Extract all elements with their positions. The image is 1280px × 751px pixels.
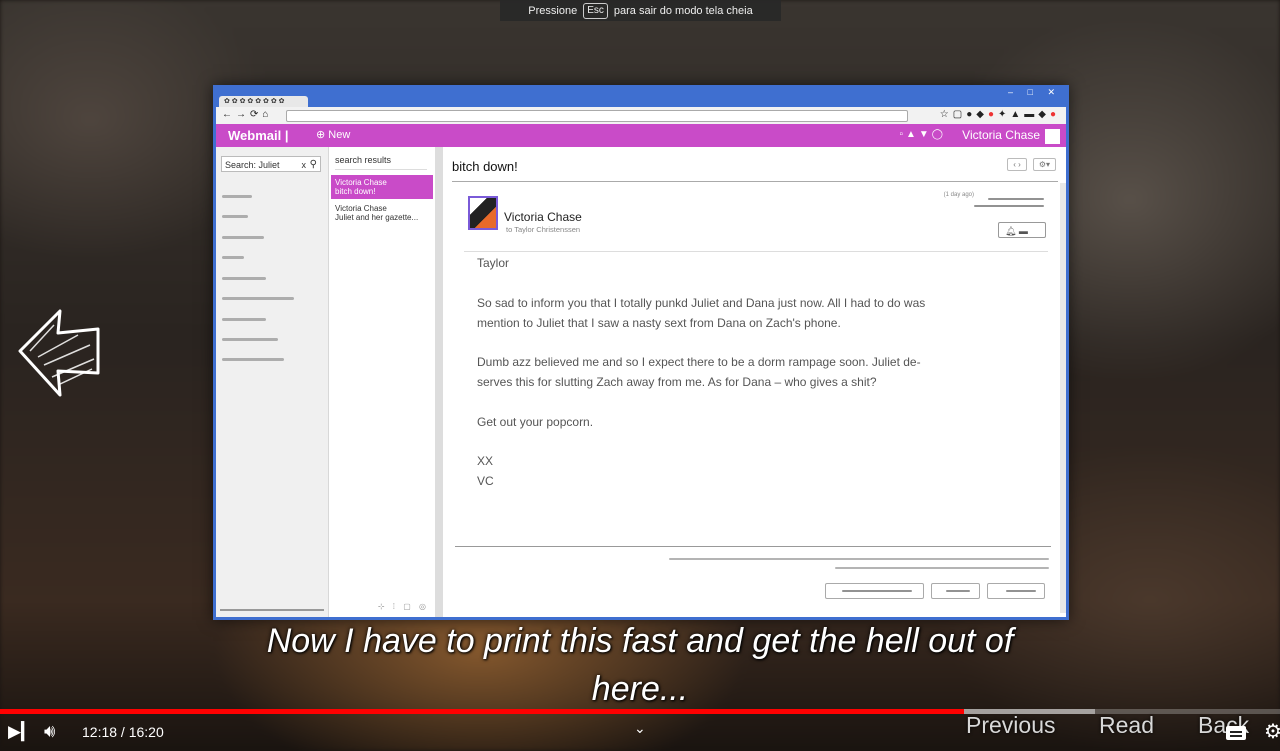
back-arrow-icon[interactable] xyxy=(18,305,102,401)
folder-pane-footer xyxy=(220,609,324,611)
folder-pane: Search: Juliet x ⚲ xyxy=(216,147,329,617)
nav-buttons[interactable]: ←→⟳⌂ xyxy=(222,109,272,120)
divider xyxy=(455,546,1051,547)
fullscreen-hint-text-2: para sair do modo tela cheia xyxy=(613,4,753,17)
settings-dropdown[interactable]: ⚙▾ xyxy=(1032,158,1056,171)
result-item-selected[interactable]: Victoria Chase bitch down! xyxy=(331,175,433,199)
next-video-icon[interactable]: ▶▎ xyxy=(8,722,34,742)
folder-item[interactable] xyxy=(222,277,266,280)
folder-item[interactable] xyxy=(222,215,248,218)
extension-icons[interactable]: ☆▢●◆●✦▲▬◆● xyxy=(940,109,1060,120)
results-scrollbar[interactable] xyxy=(435,147,443,617)
account-name[interactable]: Victoria Chase xyxy=(962,128,1040,142)
message-date: (1 day ago) xyxy=(943,192,974,198)
account-logo-icon xyxy=(1045,129,1060,144)
webmail-content: Search: Juliet x ⚲ search results Victor… xyxy=(216,147,1066,617)
subtitle-line: here... xyxy=(591,670,689,708)
game-previous-button[interactable]: Previous xyxy=(966,712,1055,739)
esc-key-badge: Esc xyxy=(583,2,608,19)
results-footer-icons[interactable]: ⊹ ⁞ ▢ ◎ xyxy=(378,602,429,611)
webmail-title: Webmail | xyxy=(228,128,289,143)
recipient: to Taylor Christenssen xyxy=(506,225,581,234)
clear-search-icon[interactable]: x xyxy=(302,157,307,173)
window-controls[interactable]: – □ ✕ xyxy=(1008,87,1061,98)
video-controls: ▶▎ 🔊︎ 12:18 / 16:20 ⌄ xyxy=(0,714,1280,751)
subtitle-line: Now I have to print this fast and get th… xyxy=(266,622,1014,660)
time-display: 12:18 / 16:20 xyxy=(82,724,164,740)
subtitles-icon[interactable] xyxy=(1226,726,1246,740)
message-line: So sad to inform you that I totally punk… xyxy=(477,296,926,310)
sender-avatar xyxy=(468,196,498,230)
result-subject: Juliet and her gazette... xyxy=(335,213,419,222)
message-signoff: XX xyxy=(477,454,494,468)
message-line: Get out your popcorn. xyxy=(477,415,594,429)
prev-next-buttons[interactable]: ‹ › xyxy=(1007,158,1027,171)
notification-button[interactable]: 🔔︎ ▬ xyxy=(998,222,1046,238)
settings-gear-icon[interactable]: ⚙ xyxy=(1264,719,1280,744)
webmail-header: Webmail | ⊕ New ▫▲▼◯ Victoria Chase xyxy=(216,124,1066,147)
result-from: Victoria Chase xyxy=(335,178,387,187)
folder-item[interactable] xyxy=(222,236,264,239)
forward-button[interactable] xyxy=(931,583,980,599)
result-subject: bitch down! xyxy=(335,187,376,196)
search-value: Search: Juliet xyxy=(225,160,280,170)
sender-name: Victoria Chase xyxy=(504,210,582,224)
print-button[interactable] xyxy=(987,583,1045,599)
folder-item[interactable] xyxy=(222,256,244,259)
search-icon[interactable]: ⚲ xyxy=(310,157,317,173)
volume-icon[interactable]: 🔊︎ xyxy=(44,721,55,742)
results-header: search results xyxy=(335,155,427,170)
game-read-button[interactable]: Read xyxy=(1099,712,1154,739)
browser-window: ✿ ✿ ✿ ✿ ✿ ✿ ✿ ✿ – □ ✕ ←→⟳⌂ ☆▢●◆●✦▲▬◆● We… xyxy=(213,85,1069,620)
subtitle: Now I have to print this fast and get th… xyxy=(240,617,1040,713)
message-subject: bitch down! xyxy=(452,159,518,174)
fullscreen-hint: Pressione Esc para sair do modo tela che… xyxy=(500,0,781,21)
message-toolbar[interactable]: ‹ › ⚙▾ xyxy=(1001,158,1056,171)
illegible-footer-text xyxy=(669,558,1049,560)
message-line: Dumb azz believed me and so I expect the… xyxy=(477,355,921,369)
message-line: mention to Juliet that I saw a nasty sex… xyxy=(477,316,841,330)
result-item[interactable]: Victoria Chase Juliet and her gazette... xyxy=(331,201,433,225)
message-reader: bitch down! ‹ › ⚙▾ Victoria Chase to Tayl… xyxy=(447,147,1066,617)
new-label: New xyxy=(328,129,351,141)
header-icons[interactable]: ▫▲▼◯ xyxy=(899,129,946,140)
browser-toolbar: ←→⟳⌂ ☆▢●◆●✦▲▬◆● xyxy=(216,107,1066,124)
reply-all-button[interactable] xyxy=(825,583,924,599)
search-input[interactable]: Search: Juliet x ⚲ xyxy=(221,156,321,172)
chevron-down-icon[interactable]: ⌄ xyxy=(634,720,646,737)
result-from: Victoria Chase xyxy=(335,204,387,213)
fullscreen-hint-text: Pressione xyxy=(528,4,578,17)
message-greeting: Taylor xyxy=(477,256,510,270)
divider xyxy=(464,251,1048,252)
browser-titlebar: ✿ ✿ ✿ ✿ ✿ ✿ ✿ ✿ – □ ✕ xyxy=(213,85,1069,107)
reader-scrollbar[interactable] xyxy=(1060,183,1066,613)
folder-item[interactable] xyxy=(222,358,284,361)
new-message-button[interactable]: ⊕ New xyxy=(316,128,350,141)
address-bar[interactable] xyxy=(286,110,908,122)
message-signature: VC xyxy=(477,474,494,488)
browser-tab[interactable]: ✿ ✿ ✿ ✿ ✿ ✿ ✿ ✿ xyxy=(219,96,308,107)
folder-item[interactable] xyxy=(222,195,252,198)
illegible-footer-text xyxy=(835,567,1049,569)
folder-item[interactable] xyxy=(222,338,278,341)
message-line: serves this for slutting Zach away from … xyxy=(477,375,877,389)
divider xyxy=(452,181,1058,182)
folder-item[interactable] xyxy=(222,318,266,321)
illegible-text xyxy=(974,205,1044,207)
results-pane: search results Victoria Chase bitch down… xyxy=(329,147,436,617)
illegible-text xyxy=(988,198,1044,200)
folder-item[interactable] xyxy=(222,297,294,300)
